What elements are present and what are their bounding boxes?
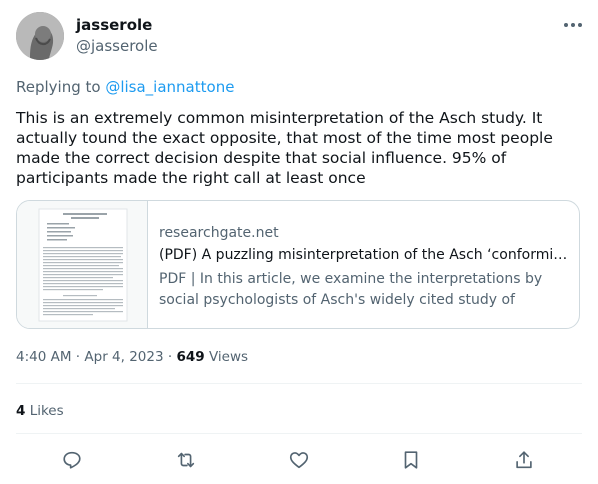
replying-to-label: Replying to (16, 78, 106, 96)
reply-mention-link[interactable]: @lisa_iannattone (105, 78, 234, 96)
views-count: 649 (176, 349, 205, 365)
likes-count: 4 (16, 403, 26, 419)
reply-icon[interactable] (59, 447, 85, 473)
card-description: PDF | In this article, we examine the in… (159, 271, 543, 308)
share-icon[interactable] (511, 447, 537, 473)
likes-label: Likes (29, 403, 64, 419)
author-handle[interactable]: @jasserole (76, 37, 158, 55)
link-card[interactable]: researchgate.net (PDF) A puzzling misint… (16, 200, 580, 329)
tweet-meta: 4:40 AM · Apr 4, 2023 · 649 Views (16, 349, 248, 365)
author-display-name[interactable]: jasserole (76, 16, 152, 34)
card-title: (PDF) A puzzling misinterpretation of th… (159, 247, 571, 263)
more-options-icon[interactable] (560, 15, 586, 35)
tweet-text: This is an extremely common misinterpret… (16, 109, 553, 187)
avatar[interactable] (16, 12, 64, 60)
meta-separator: · (167, 349, 173, 365)
bookmark-icon[interactable] (398, 447, 424, 473)
like-icon[interactable] (286, 447, 312, 473)
tweet-time[interactable]: 4:40 AM (16, 349, 72, 365)
likes-stat[interactable]: 4 Likes (16, 403, 64, 419)
retweet-icon[interactable] (173, 447, 199, 473)
card-domain: researchgate.net (159, 225, 279, 241)
card-thumbnail (17, 201, 148, 328)
avatar-image (16, 12, 64, 60)
meta-separator: · (75, 349, 81, 365)
divider (16, 383, 582, 384)
replying-to: Replying to @lisa_iannattone (16, 78, 234, 96)
divider (16, 433, 582, 434)
tweet-date[interactable]: Apr 4, 2023 (84, 349, 163, 365)
views-label: Views (208, 349, 249, 365)
